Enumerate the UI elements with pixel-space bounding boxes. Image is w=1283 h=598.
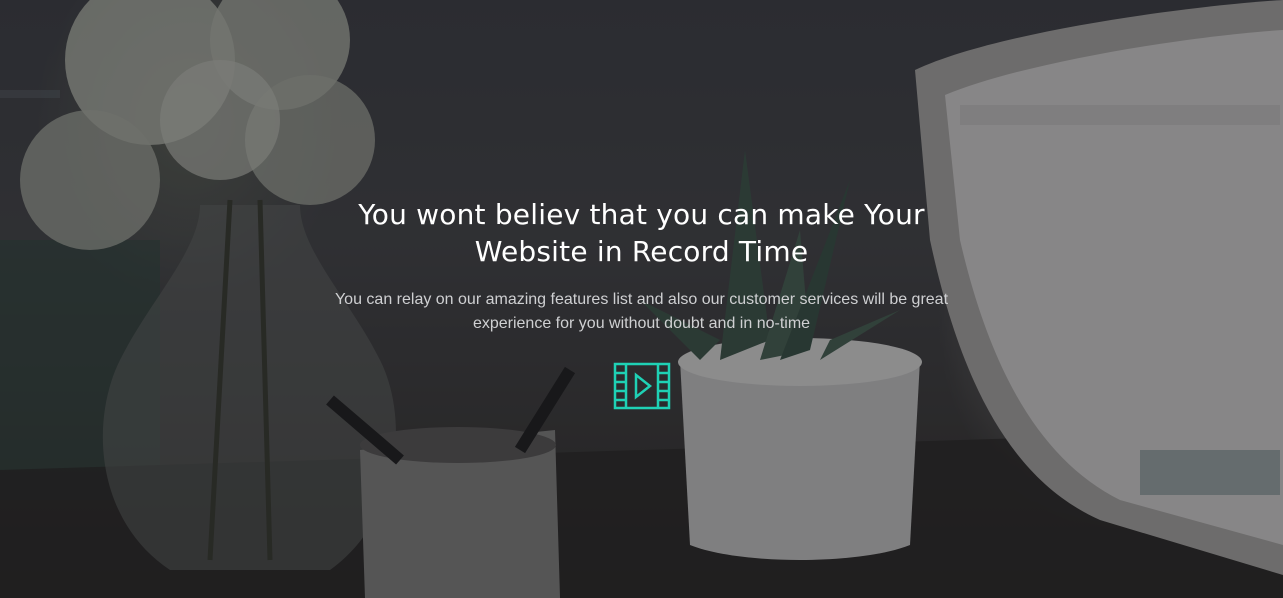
film-play-icon[interactable]: [613, 362, 671, 410]
hero-section: You wont believ that you can make Your W…: [0, 0, 1283, 598]
hero-content: You wont believ that you can make Your W…: [0, 196, 1283, 410]
hero-title: You wont believ that you can make Your W…: [358, 198, 925, 268]
hero-subtitle: You can relay on our amazing features li…: [334, 291, 949, 332]
